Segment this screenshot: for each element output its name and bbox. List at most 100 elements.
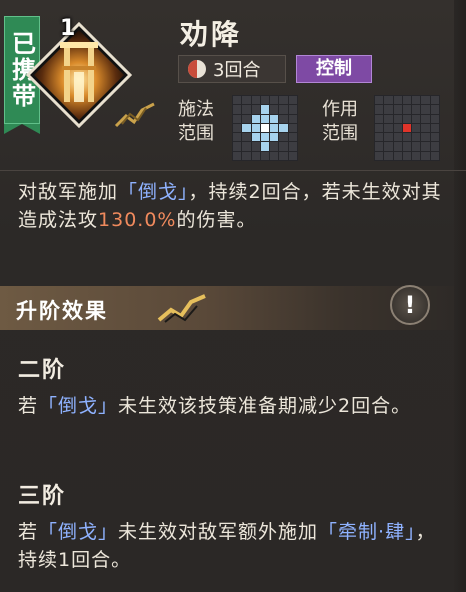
range-cell [393,142,402,151]
range-cell [393,96,402,105]
range-cell [233,142,242,151]
range-cell [430,133,439,142]
range-cell [260,114,270,123]
status-name-daoge[interactable]: 「倒戈」 [38,521,118,543]
range-cell [430,151,439,160]
range-cell [384,123,393,133]
range-cell [393,133,402,142]
range-cell [375,96,384,105]
range-cell [402,133,412,142]
tier-text: 未生效对敌军额外施加 [118,521,319,543]
range-cell [251,123,260,133]
range-cell [288,133,297,142]
cloud-ornament-icon [114,102,155,128]
tier-text: 若 [18,521,39,543]
info-button[interactable]: ! [390,285,430,325]
tier-description: 若「倒戈」未生效该技策准备期减少2回合。 [18,392,448,420]
range-cell [384,114,393,123]
range-cell [384,142,393,151]
range-cell [402,142,412,151]
range-cell [270,133,279,142]
range-cell [270,142,279,151]
tier-text: 若 [18,395,39,417]
skill-detail-panel: 已携带 1 劝降 3回合 控制 施法 范围 作用 范围 对敌军施加「倒戈」，持续… [0,0,466,592]
range-cell [279,123,288,133]
range-cell [421,133,430,142]
tier-text: 未生效该技策准备期减少2回合。 [118,395,412,417]
skill-name: 劝降 [180,18,243,51]
skill-level: 1 [60,16,76,41]
range-cell [233,151,242,160]
tier-title: 二阶 [18,358,67,383]
range-cell [375,105,384,114]
range-cell [251,133,260,142]
range-cell [251,105,260,114]
range-cell [412,114,421,123]
range-cell [260,105,270,114]
cooldown-icon [188,60,206,78]
range-cell [430,123,439,133]
skill-type-tag: 控制 [296,55,372,83]
range-cell [288,142,297,151]
range-cell [393,151,402,160]
range-cell [233,123,242,133]
damage-percent: 130.0% [98,209,177,231]
range-cell [384,133,393,142]
range-cell [288,151,297,160]
range-cell [260,96,270,105]
range-cell [421,151,430,160]
range-cell [260,133,270,142]
range-cell [402,151,412,160]
range-cell [375,142,384,151]
range-cell [233,133,242,142]
range-cell [375,123,384,133]
range-cell [412,96,421,105]
range-cell [375,133,384,142]
cast-range-grid [232,95,298,161]
range-cell [412,142,421,151]
cooldown-chip: 3回合 [178,55,286,83]
panel-edge [454,0,466,592]
range-cell [402,96,412,105]
range-cell [251,151,260,160]
range-cell [421,142,430,151]
tier-title: 三阶 [18,484,67,509]
range-cell [260,142,270,151]
range-cell [251,96,260,105]
range-cell [260,151,270,160]
range-cell [421,123,430,133]
range-cell [270,105,279,114]
range-cell [279,142,288,151]
range-cell [412,105,421,114]
range-cell [430,96,439,105]
range-cell [421,96,430,105]
range-cell [412,151,421,160]
range-cell [242,105,251,114]
range-cell [393,114,402,123]
range-cell [421,114,430,123]
range-cell [375,151,384,160]
status-name-daoge[interactable]: 「倒戈」 [38,395,118,417]
range-cell [270,151,279,160]
cooldown-rounds: 3回合 [213,60,261,81]
range-cell [402,114,412,123]
range-cell [288,105,297,114]
range-cell [279,133,288,142]
range-cell [233,105,242,114]
range-cell [279,114,288,123]
range-cell [270,114,279,123]
range-cell [393,105,402,114]
range-cell [270,96,279,105]
range-cell [279,96,288,105]
range-cell [402,123,412,133]
range-cell [430,105,439,114]
status-name-daoge[interactable]: 「倒戈」 [118,181,189,203]
range-cell [421,105,430,114]
range-cell [260,123,270,133]
range-cell [402,105,412,114]
range-cell [242,114,251,123]
range-cell [430,142,439,151]
status-name-qianzhi[interactable]: 「牵制·肆」 [318,521,416,543]
range-cell [279,105,288,114]
range-cell [233,114,242,123]
